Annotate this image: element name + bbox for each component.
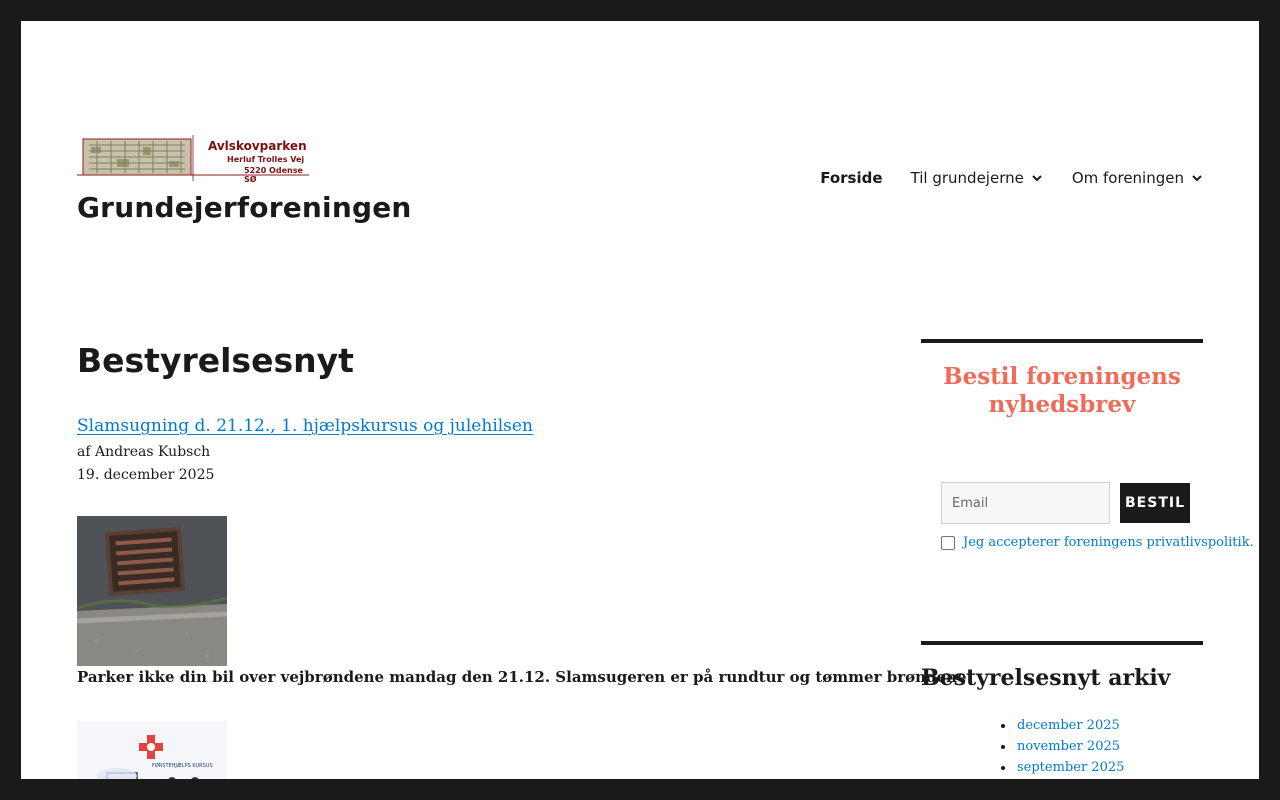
nav-item-om-foreningen[interactable]: Om foreningen [1072, 169, 1204, 187]
site-logo[interactable]: Avlskovparken Herluf Trolles Vej 5220 Od… [77, 135, 317, 184]
widget-divider [921, 339, 1203, 343]
post-caption: Parker ikke din bil over vejbrøndene man… [77, 668, 974, 686]
site-title[interactable]: Grundejerforeningen [77, 191, 412, 224]
logo-title: Avlskovparken [208, 139, 307, 153]
first-aid-text: FØRSTEHJÆLPS KURSUS [152, 762, 213, 769]
nav-item-label: Om foreningen [1071, 169, 1184, 187]
email-input[interactable]: Email [941, 482, 1110, 524]
archive-title: Bestyrelsesnyt arkiv [921, 665, 1171, 691]
drain-photo[interactable] [76, 516, 228, 666]
post-title-link[interactable]: Slamsugning d. 21.12., 1. hjælpskursus o… [77, 416, 533, 436]
consent-checkbox[interactable] [941, 536, 955, 550]
widget-divider [921, 641, 1203, 645]
subscribe-button[interactable]: BESTIL [1120, 483, 1190, 523]
archive-item[interactable]: november 2025 [1001, 736, 1124, 757]
archive-list: december 2025 november 2025 september 20… [1001, 715, 1124, 778]
nav-item-label: Til grundejerne [910, 169, 1024, 187]
email-placeholder: Email [952, 495, 989, 511]
nav-item-label: Forside [820, 169, 883, 187]
page: Avlskovparken Herluf Trolles Vej 5220 Od… [21, 21, 1259, 779]
chevron-down-icon[interactable] [1190, 171, 1204, 185]
archive-link[interactable]: december 2025 [1017, 715, 1120, 736]
nav-item-forside[interactable]: Forside [820, 169, 882, 187]
chevron-down-icon[interactable] [1030, 171, 1044, 185]
page-title: Bestyrelsesnyt [77, 341, 354, 380]
consent-label[interactable]: Jeg accepterer foreningens privatlivspol… [963, 535, 1254, 550]
logo-line2: 5220 Odense SØ [244, 166, 303, 184]
main-nav: Forside Til grundejerne Om foreningen [820, 169, 1204, 187]
archive-item[interactable]: september 2025 [1001, 757, 1124, 778]
post-author: af Andreas Kubsch [77, 444, 211, 460]
logo-line1: Herluf Trolles Vej [227, 155, 305, 164]
post-date: 19. december 2025 [77, 467, 215, 483]
nav-item-til-grundejerne[interactable]: Til grundejerne [911, 169, 1044, 187]
first-aid-course-image[interactable]: FØRSTEHJÆLPS KURSUS [77, 721, 227, 779]
archive-link[interactable]: november 2025 [1017, 736, 1120, 757]
archive-item[interactable]: december 2025 [1001, 715, 1124, 736]
newsletter-title: Bestil foreningens nyhedsbrev [943, 363, 1181, 418]
archive-link[interactable]: september 2025 [1017, 757, 1124, 778]
